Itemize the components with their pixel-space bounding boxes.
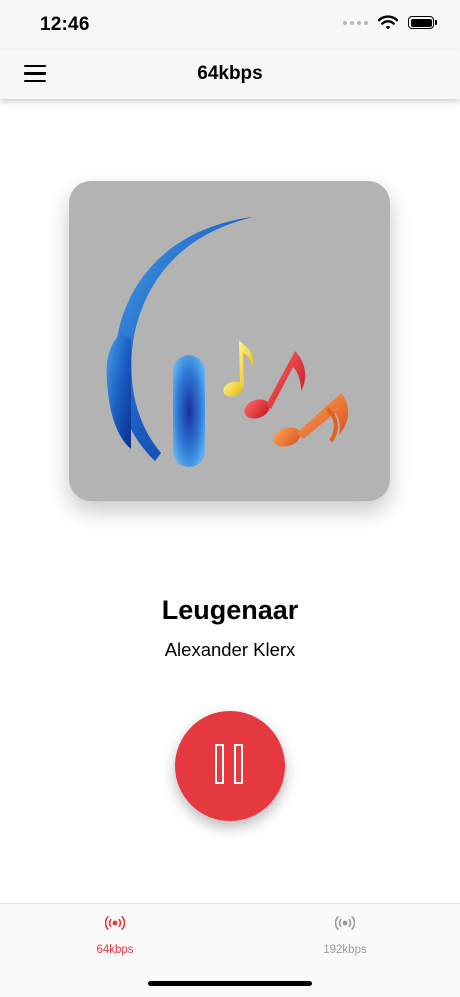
status-bar: 12:46	[0, 0, 460, 50]
album-artwork	[69, 181, 390, 501]
radio-broadcast-icon	[335, 915, 355, 931]
pause-icon	[215, 744, 224, 784]
status-icons	[343, 15, 437, 30]
home-indicator	[148, 981, 312, 986]
pause-icon-bar	[234, 744, 243, 784]
wifi-icon	[378, 15, 398, 30]
track-title: Leugenaar	[161, 595, 299, 625]
cellular-dots-icon	[343, 20, 368, 25]
tab-bar: 64kbps 192kbps	[0, 903, 460, 997]
tab-64kbps[interactable]: 64kbps	[0, 904, 230, 974]
status-time: 12:46	[40, 14, 90, 35]
nav-bar: 64kbps	[0, 50, 460, 99]
tab-label-192kbps: 192kbps	[323, 944, 367, 956]
headphones-music-notes-logo	[106, 217, 349, 467]
tab-192kbps[interactable]: 192kbps	[230, 904, 460, 974]
battery-full-icon	[408, 16, 437, 29]
page-title: 64kbps	[197, 63, 263, 84]
track-artist: Alexander Klerx	[164, 639, 296, 660]
tab-label-64kbps: 64kbps	[96, 944, 134, 956]
radio-broadcast-icon	[105, 915, 125, 931]
pause-button[interactable]	[175, 711, 285, 821]
